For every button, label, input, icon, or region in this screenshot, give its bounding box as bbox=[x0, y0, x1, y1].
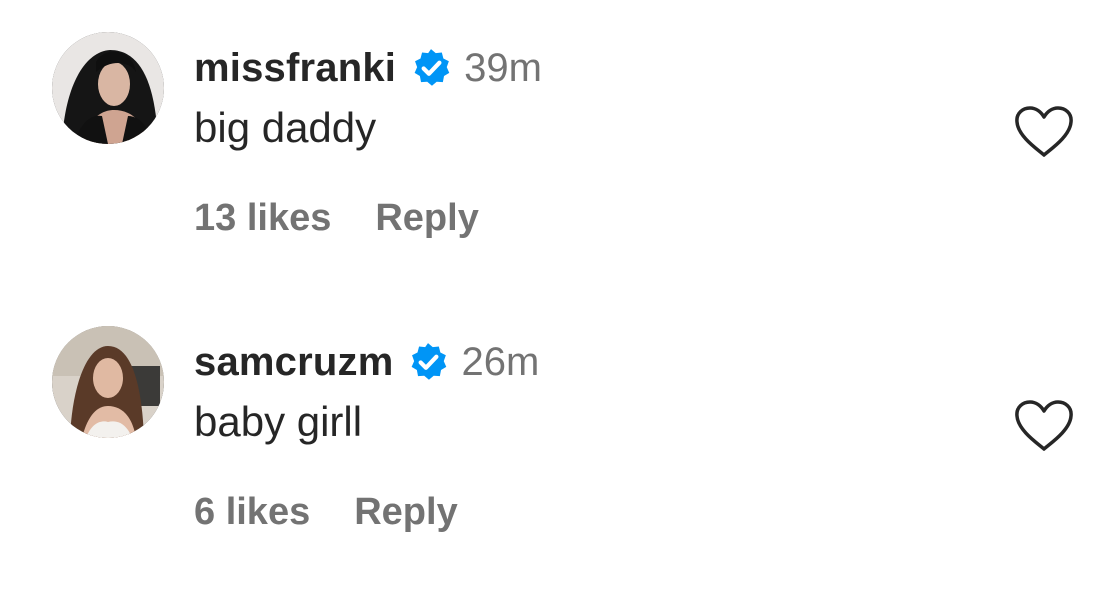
verified-badge-icon bbox=[407, 341, 449, 383]
username-link[interactable]: samcruzm bbox=[194, 340, 393, 385]
avatar-photo-icon bbox=[52, 326, 164, 438]
timestamp: 39m bbox=[464, 45, 542, 90]
verified-badge-icon bbox=[410, 47, 452, 89]
username-link[interactable]: missfranki bbox=[194, 46, 396, 91]
comment-text: big daddy bbox=[194, 104, 377, 151]
reply-button[interactable]: Reply bbox=[354, 491, 457, 534]
heart-outline-icon[interactable] bbox=[1014, 106, 1074, 158]
avatar[interactable] bbox=[52, 326, 164, 438]
comment-actions: 13 likes Reply bbox=[194, 190, 479, 246]
likes-count-link[interactable]: 13 likes bbox=[194, 197, 331, 240]
comment-actions: 6 likes Reply bbox=[194, 484, 458, 540]
comment-item: missfranki 39m big daddy 13 likes Reply bbox=[0, 0, 1120, 280]
comment-header: missfranki 39m bbox=[194, 40, 542, 96]
comment-item: samcruzm 26m baby girll 6 likes Reply bbox=[0, 294, 1120, 574]
timestamp: 26m bbox=[461, 339, 540, 384]
avatar-photo-icon bbox=[52, 32, 164, 144]
comment-text: baby girll bbox=[194, 398, 363, 445]
reply-button[interactable]: Reply bbox=[375, 197, 478, 240]
comment-header: samcruzm 26m bbox=[194, 334, 539, 390]
likes-count-link[interactable]: 6 likes bbox=[194, 491, 310, 534]
heart-outline-icon[interactable] bbox=[1014, 400, 1074, 452]
avatar[interactable] bbox=[52, 32, 164, 144]
